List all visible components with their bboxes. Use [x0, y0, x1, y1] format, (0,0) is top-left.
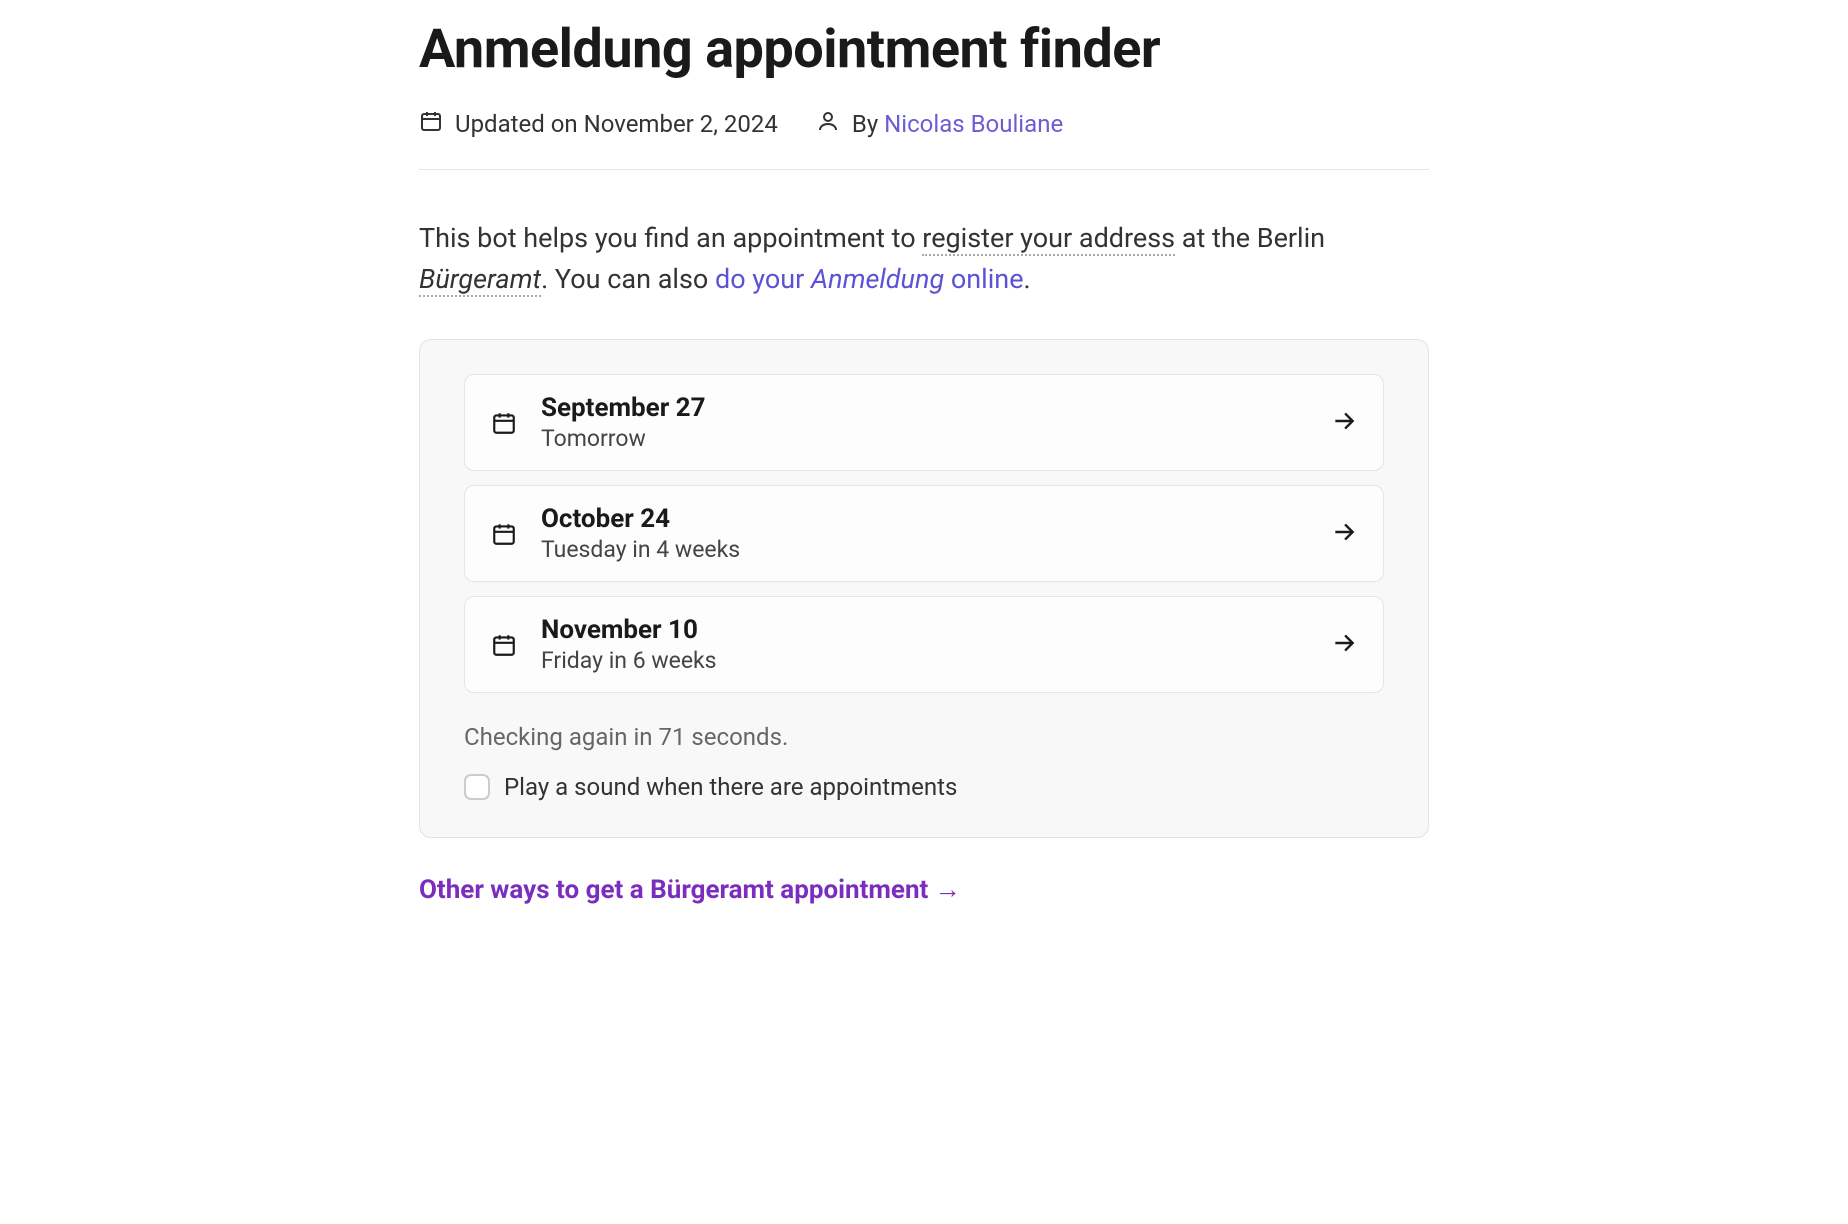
author-text: By Nicolas Bouliane — [852, 110, 1063, 138]
slot-relative: Tomorrow — [541, 425, 1331, 452]
calendar-icon — [491, 632, 517, 658]
calendar-icon — [491, 521, 517, 547]
sound-toggle-row: Play a sound when there are appointments — [464, 773, 1384, 801]
slot-date: October 24 — [541, 504, 1331, 534]
meta-row: Updated on November 2, 2024 By Nicolas B… — [419, 109, 1429, 170]
anmeldung-online-link[interactable]: do your Anmeldung online — [715, 263, 1024, 295]
arrow-right-icon — [1331, 519, 1357, 549]
updated-text: Updated on November 2, 2024 — [455, 110, 778, 138]
slot-date: September 27 — [541, 393, 1331, 423]
appointments-panel: September 27 Tomorrow October 24 Tuesday… — [419, 339, 1429, 838]
author-meta: By Nicolas Bouliane — [816, 109, 1063, 139]
arrow-right-icon — [1331, 630, 1357, 660]
sound-label: Play a sound when there are appointments — [504, 773, 957, 801]
register-address-term[interactable]: register your address — [922, 222, 1175, 256]
slot-date: November 10 — [541, 615, 1331, 645]
sound-checkbox[interactable] — [464, 774, 490, 800]
appointment-slot[interactable]: October 24 Tuesday in 4 weeks — [464, 485, 1384, 582]
burgeramt-term[interactable]: Bürgeramt — [419, 263, 541, 297]
intro-text: This bot helps you find an appointment t… — [419, 218, 1429, 299]
appointment-slot[interactable]: September 27 Tomorrow — [464, 374, 1384, 471]
slot-relative: Friday in 6 weeks — [541, 647, 1331, 674]
appointment-slot[interactable]: November 10 Friday in 6 weeks — [464, 596, 1384, 693]
calendar-icon — [419, 109, 443, 139]
page-title: Anmeldung appointment finder — [419, 20, 1429, 79]
slot-relative: Tuesday in 4 weeks — [541, 536, 1331, 563]
other-ways-link[interactable]: Other ways to get a Bürgeramt appointmen… — [419, 874, 961, 905]
status-text: Checking again in 71 seconds. — [464, 723, 1384, 751]
updated-meta: Updated on November 2, 2024 — [419, 109, 778, 139]
calendar-icon — [491, 410, 517, 436]
arrow-right-icon — [1331, 408, 1357, 438]
person-icon — [816, 109, 840, 139]
author-link[interactable]: Nicolas Bouliane — [884, 110, 1063, 138]
